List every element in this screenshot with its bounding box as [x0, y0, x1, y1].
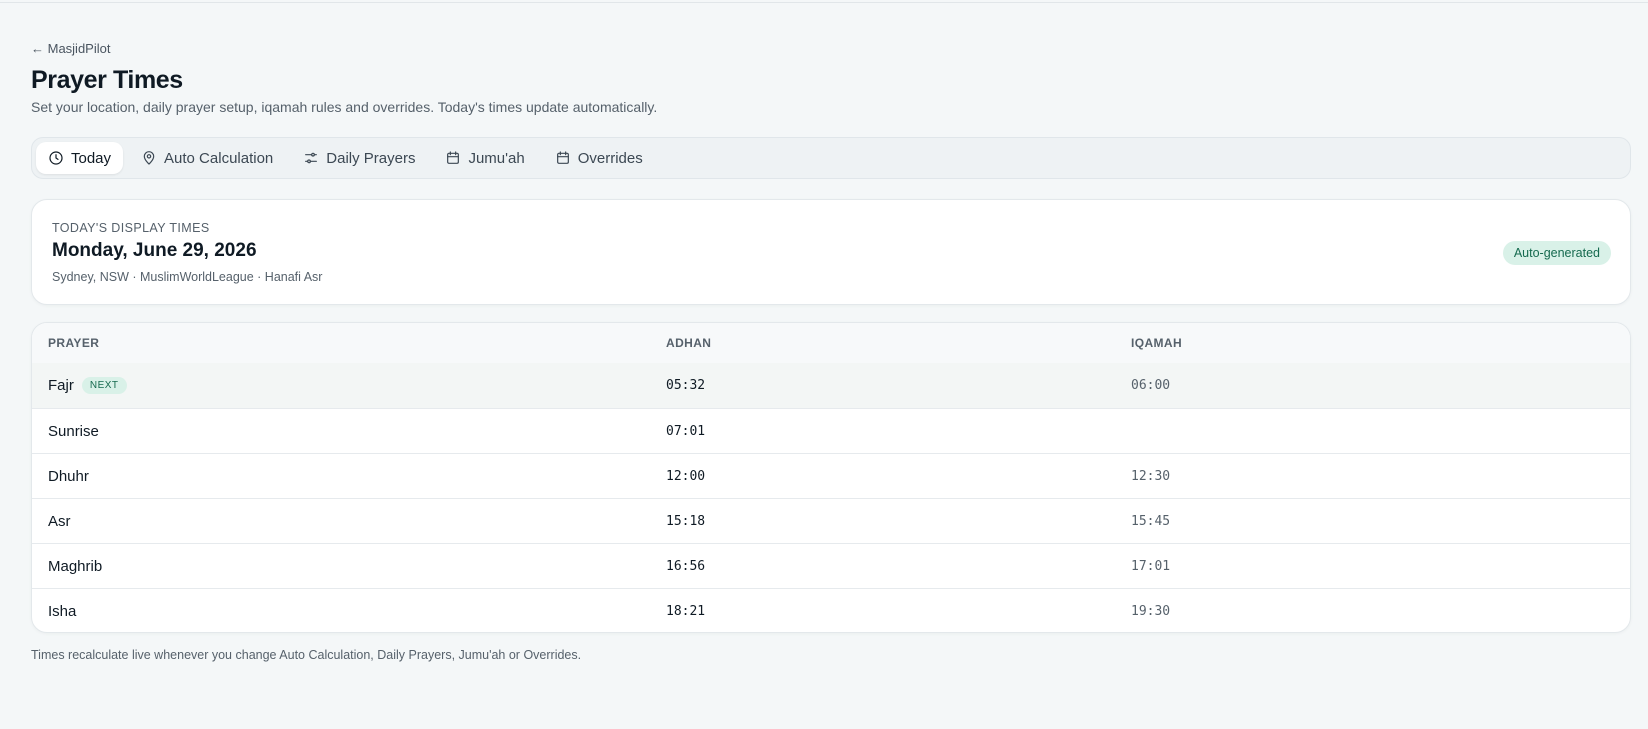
- today-card: TODAY'S DISPLAY TIMES Monday, June 29, 2…: [31, 199, 1631, 305]
- auto-generated-badge: Auto-generated: [1502, 241, 1611, 265]
- clock-icon: [49, 151, 63, 165]
- calendar-icon: [447, 151, 460, 164]
- calendar-icon: [556, 151, 569, 164]
- prayer-name: Dhuhr: [48, 467, 89, 485]
- tab-label: Overrides: [577, 149, 643, 167]
- tab-label: Jumu'ah: [468, 149, 525, 167]
- header-iqamah: IQAMAH: [1131, 336, 1183, 350]
- table-row: Dhuhr 12:00 12:30: [32, 453, 1630, 498]
- map-pin-icon: [143, 151, 155, 165]
- back-link[interactable]: ← MasjidPilot: [31, 41, 110, 56]
- iqamah-time: 06:00: [1131, 378, 1171, 393]
- tab-label: Today: [71, 149, 112, 167]
- table-row: Maghrib 16:56 17:01: [32, 543, 1630, 588]
- iqamah-time: 15:45: [1131, 513, 1171, 529]
- prayer-name: Asr: [48, 512, 71, 530]
- footer-note: Times recalculate live whenever you chan…: [31, 648, 582, 662]
- header-prayer: PRAYER: [48, 336, 100, 350]
- tab-label: Auto Calculation: [164, 149, 274, 167]
- table-row: Fajr NEXT 05:32 06:00: [32, 363, 1630, 408]
- table-row: Isha 18:21 19:30: [32, 588, 1630, 632]
- page-title: Prayer Times: [31, 66, 183, 94]
- tab-overrides[interactable]: Overrides: [543, 142, 655, 174]
- adhan-time: 18:21: [666, 603, 706, 619]
- adhan-time: 16:56: [666, 558, 706, 574]
- tab-bar: Today Auto Calculation Daily Prayers Jum…: [31, 137, 1631, 179]
- prayer-name: Isha: [48, 602, 77, 620]
- card-kicker: TODAY'S DISPLAY TIMES: [52, 221, 210, 235]
- prayer-times-table: PRAYER ADHAN IQAMAH Fajr NEXT 05:32 06:00…: [31, 322, 1631, 633]
- adhan-time: 07:01: [666, 423, 706, 439]
- iqamah-time: 12:30: [1131, 468, 1171, 484]
- table-row: Sunrise 07:01: [32, 408, 1630, 453]
- adhan-time: 05:32: [666, 378, 706, 393]
- prayer-name: Maghrib: [48, 557, 103, 575]
- adhan-time: 12:00: [666, 468, 706, 484]
- sliders-icon: [305, 152, 318, 164]
- table-header: PRAYER ADHAN IQAMAH: [32, 323, 1630, 363]
- iqamah-time: 19:30: [1131, 603, 1171, 619]
- prayer-name: Sunrise: [48, 422, 99, 440]
- tab-auto-calculation[interactable]: Auto Calculation: [129, 142, 285, 174]
- tab-label: Daily Prayers: [326, 149, 416, 167]
- iqamah-time: 17:01: [1131, 558, 1171, 574]
- tab-today[interactable]: Today: [36, 142, 124, 174]
- header-adhan: ADHAN: [666, 336, 712, 350]
- table-row: Asr 15:18 15:45: [32, 498, 1630, 543]
- calculation-meta: Sydney, NSW · MuslimWorldLeague · Hanafi…: [52, 270, 323, 284]
- tab-jumuah[interactable]: Jumu'ah: [433, 142, 536, 174]
- tab-daily-prayers[interactable]: Daily Prayers: [291, 142, 427, 174]
- adhan-time: 15:18: [666, 513, 706, 529]
- next-badge: NEXT: [81, 377, 127, 394]
- prayer-name: Fajr: [48, 377, 74, 394]
- today-date: Monday, June 29, 2026: [52, 240, 257, 261]
- page-subtitle: Set your location, daily prayer setup, i…: [31, 99, 658, 115]
- top-divider: [0, 2, 1648, 3]
